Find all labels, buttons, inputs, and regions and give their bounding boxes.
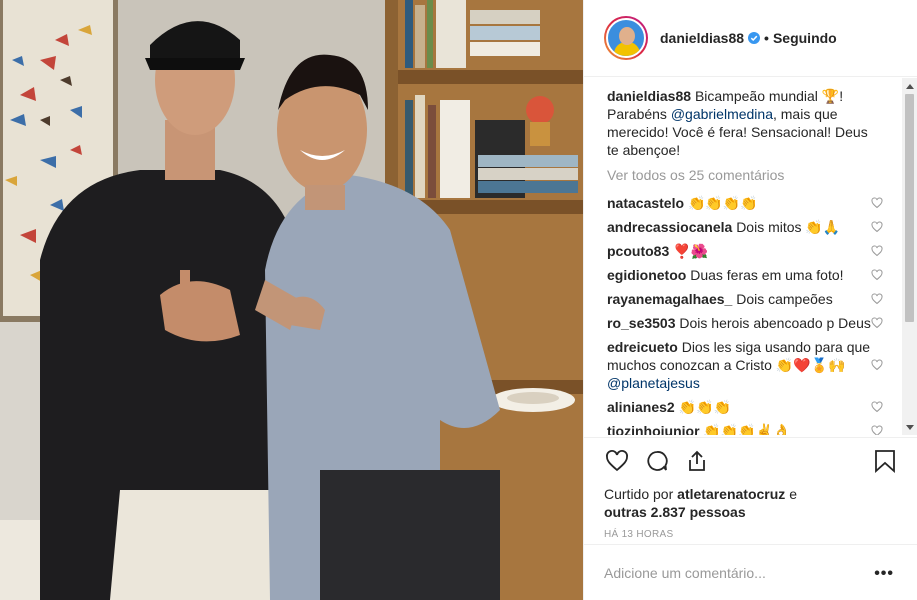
like-comment-heart-icon[interactable] <box>871 425 883 435</box>
comment-text: 👏👏👏 <box>678 399 731 415</box>
like-comment-heart-icon[interactable] <box>871 293 883 305</box>
like-comment-heart-icon[interactable] <box>871 197 883 209</box>
comment-username[interactable]: ro_se3503 <box>607 315 676 331</box>
comment-text: 👏👏👏👏 <box>687 195 758 211</box>
comment-username[interactable]: rayanemagalhaes_ <box>607 291 732 307</box>
like-comment-heart-icon[interactable] <box>871 359 883 371</box>
like-comment-heart-icon[interactable] <box>871 401 883 413</box>
following-button[interactable]: Seguindo <box>773 30 837 46</box>
comment-item: andrecassiocanela Dois mitos 👏🙏 <box>607 218 883 236</box>
comment-text: ❣️🌺 <box>673 243 708 259</box>
liked-by-others[interactable]: outras 2.837 pessoas <box>604 504 746 520</box>
share-icon[interactable] <box>684 448 710 474</box>
verified-badge-icon <box>748 32 761 44</box>
scroll-down-arrow-icon[interactable] <box>902 421 917 433</box>
photo-illustration <box>0 0 583 600</box>
comment-username[interactable]: egidionetoo <box>607 267 686 283</box>
comment-username[interactable]: edreicueto <box>607 339 678 355</box>
comment-item: egidionetoo Duas feras em uma foto! <box>607 266 883 284</box>
comments-list[interactable]: danieldias88 Bicampeão mundial 🏆! Parabé… <box>584 78 904 435</box>
post-sidebar: danieldias88 • Seguindo danieldias88 Bic… <box>583 0 917 600</box>
header-username[interactable]: danieldias88 <box>660 30 744 46</box>
likes-summary: Curtido por atletarenatocruz e outras 2.… <box>604 485 898 521</box>
liked-by-middle: e <box>785 486 797 502</box>
comments-scrollbar[interactable] <box>902 78 917 435</box>
post-photo[interactable] <box>0 0 583 600</box>
header-user: danieldias88 • Seguindo <box>660 30 837 46</box>
comment-item: alinianes2 👏👏👏 <box>607 398 883 416</box>
post-actions: Curtido por atletarenatocruz e outras 2.… <box>584 437 917 540</box>
comment-item: natacastelo 👏👏👏👏 <box>607 194 883 212</box>
view-all-comments-link[interactable]: Ver todos os 25 comentários <box>607 166 904 184</box>
like-comment-heart-icon[interactable] <box>871 245 883 257</box>
comment-text: 👏👏👏✌️👌 <box>703 423 791 435</box>
comment-item: tiozinhojunior 👏👏👏✌️👌 <box>607 422 883 435</box>
caption-username[interactable]: danieldias88 <box>607 88 691 104</box>
liked-by-prefix: Curtido por <box>604 486 678 502</box>
like-heart-icon[interactable] <box>604 448 630 474</box>
separator-dot: • <box>764 30 769 46</box>
comment-bubble-icon[interactable] <box>644 448 670 474</box>
like-comment-heart-icon[interactable] <box>871 317 883 329</box>
comment-item: edreicueto Dios les siga usando para que… <box>607 338 883 392</box>
action-icons <box>604 438 898 484</box>
scrollbar-thumb[interactable] <box>905 94 914 322</box>
like-comment-heart-icon[interactable] <box>871 221 883 233</box>
comment-item: pcouto83 ❣️🌺 <box>607 242 883 260</box>
post-timestamp[interactable]: HÁ 13 HORAS <box>604 529 898 540</box>
comment-text: Dois campeões <box>736 291 833 307</box>
caption-mention[interactable]: @gabrielmedina <box>671 106 773 122</box>
scroll-up-arrow-icon[interactable] <box>902 80 917 92</box>
comment-username[interactable]: andrecassiocanela <box>607 219 732 235</box>
add-comment-input[interactable] <box>604 564 854 581</box>
comment-mention[interactable]: @planetajesus <box>607 375 700 391</box>
comment-item: rayanemagalhaes_ Dois campeões <box>607 290 883 308</box>
like-comment-heart-icon[interactable] <box>871 269 883 281</box>
comment-text: Dois herois abencoado p Deus <box>679 315 871 331</box>
comment-text: Duas feras em uma foto! <box>690 267 844 283</box>
user-avatar[interactable] <box>604 16 648 60</box>
post-caption: danieldias88 Bicampeão mundial 🏆! Parabé… <box>607 87 877 159</box>
more-options-icon[interactable]: ••• <box>874 565 894 583</box>
liked-by-user[interactable]: atletarenatocruz <box>677 486 785 502</box>
comment-username[interactable]: tiozinhojunior <box>607 423 700 435</box>
comment-text: Dois mitos 👏🙏 <box>736 219 841 235</box>
bookmark-icon[interactable] <box>872 448 898 474</box>
post-header: danieldias88 • Seguindo <box>584 0 917 77</box>
comment-username[interactable]: pcouto83 <box>607 243 669 259</box>
comment-username[interactable]: natacastelo <box>607 195 684 211</box>
comment-item: ro_se3503 Dois herois abencoado p Deus <box>607 314 883 332</box>
instagram-post: danieldias88 • Seguindo danieldias88 Bic… <box>0 0 917 600</box>
comment-username[interactable]: alinianes2 <box>607 399 675 415</box>
add-comment-bar: ••• <box>584 544 917 600</box>
avatar-image <box>606 18 646 58</box>
